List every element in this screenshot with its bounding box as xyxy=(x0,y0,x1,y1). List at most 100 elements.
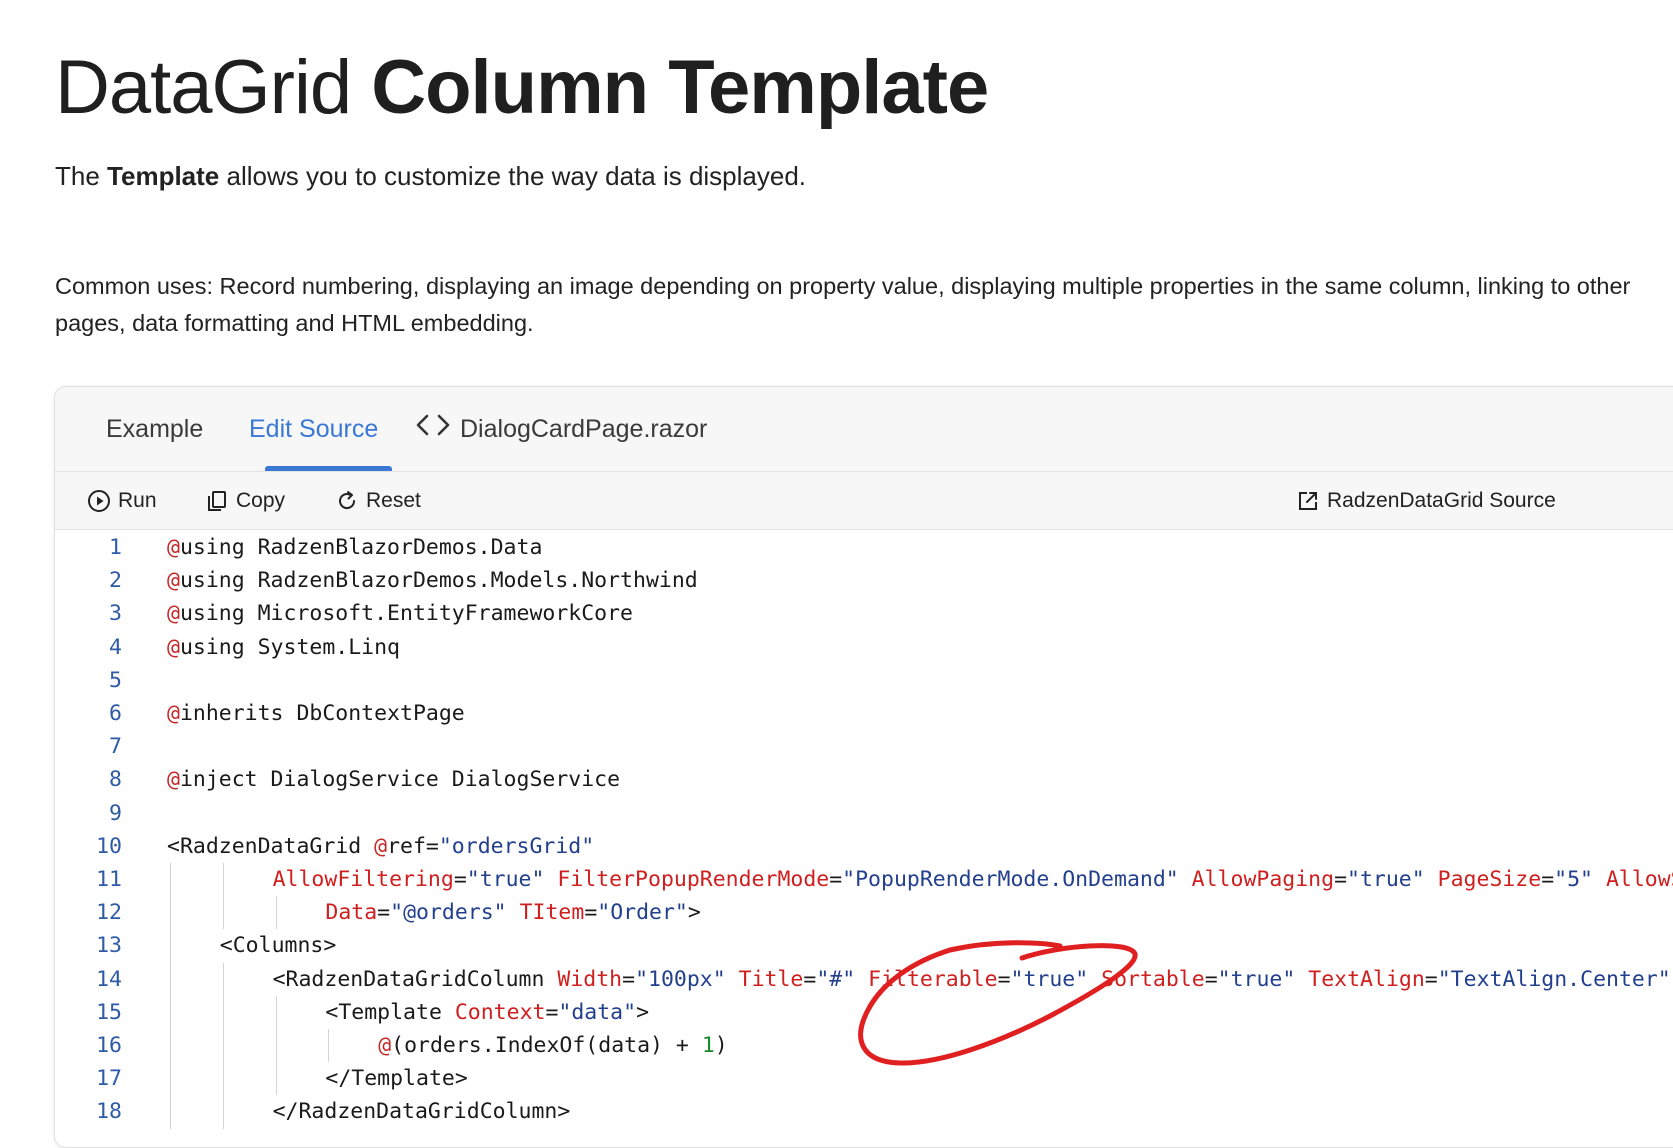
code-line: 11 AllowFiltering="true" FilterPopupRende… xyxy=(55,863,1673,897)
code-token: ) xyxy=(714,1033,728,1058)
code-token: "true" xyxy=(466,867,545,892)
intro-bold: Template xyxy=(107,161,220,191)
indent-guide xyxy=(275,1029,277,1063)
code-line: 2 @using RadzenBlazorDemos.Models.Northwi… xyxy=(55,564,1673,597)
code-token: = xyxy=(803,966,817,992)
line-number: 12 xyxy=(96,900,122,926)
code-token: @ xyxy=(167,701,180,726)
indent-guide xyxy=(275,896,277,930)
code-token: (orders.IndexOf(data) + xyxy=(391,1033,702,1058)
code-token: "TextAlign.Center" xyxy=(1437,966,1671,992)
external-link-icon xyxy=(1296,489,1320,513)
indent-guide xyxy=(222,1095,224,1129)
code-token: "Order" xyxy=(597,900,688,926)
indent-guide xyxy=(222,962,224,996)
code-token: = xyxy=(829,867,843,892)
reset-label: Reset xyxy=(366,489,421,512)
tab-source-file[interactable]: DialogCardPage.razor xyxy=(416,413,707,445)
copy-button[interactable]: Copy xyxy=(205,485,285,517)
code-token: @ xyxy=(378,1033,392,1058)
code-token: ref xyxy=(387,833,426,859)
tab-example[interactable]: Example xyxy=(106,413,203,445)
page-title-light: DataGrid xyxy=(55,45,352,130)
run-button[interactable]: Run xyxy=(87,485,157,517)
line-number: 11 xyxy=(96,867,122,892)
code-token: "true" xyxy=(1217,966,1296,992)
code-token: using RadzenBlazorDemos.Data xyxy=(179,535,543,560)
tab-bar: Example Edit Source DialogCardPage.razor xyxy=(55,387,1673,472)
code-token: using System.Linq xyxy=(179,634,401,660)
line-number: 14 xyxy=(96,966,122,992)
code-token: inject DialogService DialogService xyxy=(179,767,621,793)
line-number: 8 xyxy=(109,767,122,793)
radzen-datagrid-source-label: RadzenDataGrid Source xyxy=(1327,489,1556,512)
indent-guide xyxy=(170,995,171,1029)
refresh-icon xyxy=(335,489,359,513)
page-title: DataGrid Column Template xyxy=(55,38,989,138)
code-token: AllowSorting xyxy=(1605,867,1673,892)
line-number: 3 xyxy=(109,601,122,627)
code-token: using Microsoft.EntityFrameworkCore xyxy=(179,601,633,627)
indent-guide xyxy=(222,863,224,897)
code-token: "#" xyxy=(816,966,856,992)
code-token: = xyxy=(453,867,467,892)
code-token: Title xyxy=(738,966,804,992)
play-circle-icon xyxy=(87,489,111,513)
code-text: @(orders.IndexOf(data) + 1) xyxy=(378,1029,728,1062)
code-token: "100px" xyxy=(635,966,726,992)
code-text: @using Microsoft.EntityFrameworkCore xyxy=(167,597,633,630)
code-text: @inject DialogService DialogService xyxy=(167,763,620,796)
run-label: Run xyxy=(118,489,157,512)
code-token: FilterPopupRenderMode xyxy=(557,867,830,892)
code-line: 9 xyxy=(55,797,1673,830)
line-number: 17 xyxy=(96,1066,122,1092)
code-token: </Template> xyxy=(325,1066,468,1092)
code-token: Context xyxy=(454,999,546,1025)
code-token: "5" xyxy=(1554,867,1593,892)
code-token: = xyxy=(1424,966,1438,992)
tab-edit-source[interactable]: Edit Source xyxy=(249,413,378,445)
code-text: <Columns> xyxy=(220,929,337,962)
indent-guide xyxy=(170,1062,171,1096)
code-text: <Template Context="data"> xyxy=(325,996,649,1029)
intro-pre: The xyxy=(55,161,100,191)
code-token: <RadzenDataGridColumn xyxy=(272,966,558,992)
code-editor[interactable]: 1 @ using RadzenBlazorDemos.Data 2 @using Ra… xyxy=(55,530,1673,1147)
intro-post: allows you to customize the way data is … xyxy=(226,161,807,191)
active-tab-indicator xyxy=(265,466,392,471)
code-token: 1 xyxy=(701,1033,715,1058)
code-token: @ xyxy=(167,601,180,627)
code-token: TextAlign xyxy=(1308,966,1425,992)
code-text: </Template> xyxy=(325,1062,467,1095)
line-number: 10 xyxy=(96,833,122,859)
reset-button[interactable]: Reset xyxy=(335,485,421,517)
line-number: 16 xyxy=(96,1033,122,1058)
indent-guide xyxy=(275,995,277,1029)
radzen-datagrid-source-link[interactable]: RadzenDataGrid Source xyxy=(1296,485,1556,517)
code-token: = xyxy=(1204,966,1218,992)
line-number: 2 xyxy=(109,568,122,594)
code-icon xyxy=(416,413,450,445)
code-line: 18 </RadzenDataGridColumn> xyxy=(55,1095,1673,1129)
code-token: <RadzenDataGrid xyxy=(167,833,375,859)
code-token: > xyxy=(636,999,650,1025)
line-number: 7 xyxy=(109,734,122,760)
code-text: @using RadzenBlazorDemos.Models.Northwin… xyxy=(167,564,698,597)
indent-guide xyxy=(170,929,171,963)
indent-guide xyxy=(328,1029,330,1063)
code-token: "data" xyxy=(558,999,637,1025)
code-token: Data xyxy=(325,900,378,926)
line-number: 6 xyxy=(109,701,122,726)
code-text: AllowFiltering="true" FilterPopupRenderM… xyxy=(273,863,1673,896)
code-text: @using System.Linq xyxy=(167,631,400,664)
common-uses-text: Common uses: Record numbering, displayin… xyxy=(55,273,1631,336)
code-line: 4 @using System.Linq xyxy=(55,631,1673,664)
code-token: = xyxy=(377,900,391,926)
indent-guide xyxy=(170,896,171,930)
copy-label: Copy xyxy=(236,489,286,512)
